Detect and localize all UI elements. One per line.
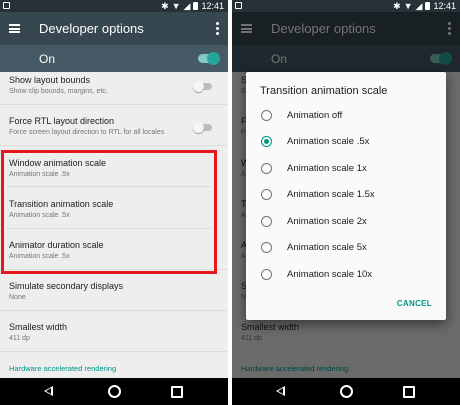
radio-option-scale-0-5x[interactable]: Animation scale .5x [246,133,446,153]
signal-icon: ◢ [415,1,423,11]
navigation-bar [0,378,228,405]
radio-option-label: Animation scale .5x [287,136,370,147]
radio-option-animation-off[interactable]: Animation off [246,107,446,127]
menu-icon[interactable] [9,24,20,33]
toolbar: Developer options [0,12,228,45]
radio-button[interactable] [261,216,272,227]
radio-button[interactable] [261,110,272,121]
radio-button[interactable] [261,189,272,200]
battery-icon [425,2,431,10]
setting-title: Smallest width [9,322,68,332]
setting-title: Force RTL layout direction [9,116,115,126]
setting-summary: Force screen layout direction to RTL for… [9,129,165,136]
wifi-icon: ▼ [171,1,181,11]
signal-icon: ◢ [183,1,191,11]
radio-option-label: Animation scale 2x [287,216,367,227]
more-vert-icon[interactable] [216,22,219,37]
setting-force-rtl[interactable]: Force RTL layout direction Force screen … [0,116,228,142]
radio-option-scale-2x[interactable]: Animation scale 2x [246,213,446,233]
dialog-title: Transition animation scale [260,85,388,97]
radio-option-label: Animation scale 10x [287,269,373,280]
image-icon [3,2,10,9]
radio-button[interactable] [261,242,272,253]
master-switch-bar[interactable]: On [0,45,228,72]
left-screen: ✱ ▼ ◢ 12:41 Developer options On Show la… [0,0,228,405]
radio-option-scale-1-5x[interactable]: Animation scale 1.5x [246,186,446,206]
battery-icon [193,2,199,10]
bluetooth-icon: ✱ [161,1,169,11]
setting-show-layout-bounds[interactable]: Show layout bounds Show clip bounds, mar… [0,75,228,101]
bluetooth-icon: ✱ [393,1,401,11]
image-icon [235,2,242,9]
setting-title: Simulate secondary displays [9,281,124,291]
radio-option-label: Animation scale 1.5x [287,189,375,200]
toggle-switch[interactable] [193,122,212,133]
status-time: 12:41 [433,1,456,11]
status-bar: ✱ ▼ ◢ 12:41 [0,0,228,12]
setting-title: Show layout bounds [9,75,91,85]
cancel-button[interactable]: CANCEL [397,299,432,308]
navigation-bar [232,378,460,405]
wifi-icon: ▼ [403,1,413,11]
radio-button[interactable] [261,269,272,280]
radio-option-label: Animation scale 5x [287,242,367,253]
status-time: 12:41 [201,1,224,11]
setting-simulate-secondary-displays[interactable]: Simulate secondary displays None [0,281,228,307]
radio-option-label: Animation off [287,110,343,121]
radio-option-scale-10x[interactable]: Animation scale 10x [246,266,446,286]
recents-icon[interactable] [171,386,183,398]
setting-summary: Show clip bounds, margins, etc. [9,88,108,95]
radio-option-scale-1x[interactable]: Animation scale 1x [246,160,446,180]
status-bar: ✱ ▼ ◢ 12:41 [232,0,460,12]
home-icon[interactable] [340,385,353,398]
animation-scale-dialog: Transition animation scale Animation off… [246,72,446,320]
page-title: Developer options [39,21,144,36]
setting-smallest-width[interactable]: Smallest width 411 dp [0,322,228,348]
radio-button[interactable] [261,163,272,174]
back-icon[interactable] [276,386,285,396]
back-icon[interactable] [44,386,53,396]
radio-option-label: Animation scale 1x [287,163,367,174]
home-icon[interactable] [108,385,121,398]
highlight-box [1,150,217,274]
setting-summary: None [9,294,26,301]
recents-icon[interactable] [403,386,415,398]
section-header: Hardware accelerated rendering [9,364,117,373]
toggle-switch[interactable] [193,81,212,92]
radio-button-selected[interactable] [261,136,272,147]
setting-summary: 411 dp [9,335,30,342]
right-screen: ✱ ▼ ◢ 12:41 Developer options On Show la… [232,0,460,405]
master-switch[interactable] [198,52,220,65]
radio-option-scale-5x[interactable]: Animation scale 5x [246,239,446,259]
master-switch-label: On [39,52,56,66]
